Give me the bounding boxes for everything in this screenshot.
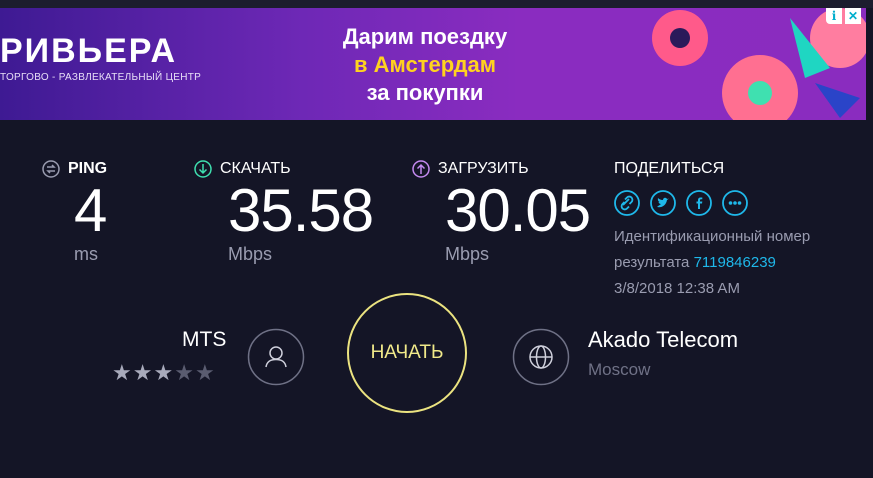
result-id-label-2: результата: [614, 254, 690, 271]
ad-close-icon[interactable]: ✕: [845, 8, 861, 24]
result-id-link[interactable]: 7119846239: [694, 254, 776, 271]
star-icon[interactable]: ★: [174, 360, 195, 385]
ad-headline-2: в Амстердам: [353, 52, 497, 77]
globe-icon[interactable]: [512, 328, 570, 386]
twitter-icon[interactable]: [650, 190, 676, 216]
upload-unit: Mbps: [445, 244, 490, 264]
ad-brand-logo: РИВЬЕРА: [0, 32, 178, 70]
upload-icon: [412, 160, 430, 178]
star-icon[interactable]: ★: [133, 360, 154, 385]
more-icon[interactable]: [722, 190, 748, 216]
ad-headline-3: за покупки: [366, 80, 484, 105]
ping-unit: ms: [74, 244, 98, 264]
star-icon[interactable]: ★: [195, 360, 216, 385]
ad-brand-subtitle: ТОРГОВО - РАЗВЛЕКАТЕЛЬНЫЙ ЦЕНТР: [0, 72, 202, 83]
server-name[interactable]: Akado Telecom: [588, 327, 738, 353]
download-icon: [194, 160, 212, 178]
ping-icon: [42, 160, 60, 178]
download-value: 35.58: [228, 177, 374, 244]
top-strip: [0, 0, 873, 8]
go-button-label: НАЧАТЬ: [370, 342, 444, 363]
ad-banner[interactable]: РИВЬЕРА ТОРГОВО - РАЗВЛЕКАТЕЛЬНЫЙ ЦЕНТР …: [0, 8, 866, 120]
star-icon[interactable]: ★: [153, 360, 174, 385]
server-location: Moscow: [588, 360, 651, 379]
link-icon[interactable]: [614, 190, 640, 216]
ad-flowers-image: [652, 8, 866, 120]
isp-name: MTS: [182, 328, 227, 351]
result-id-row: результата 7119846239: [614, 254, 776, 271]
share-label: ПОДЕЛИТЬСЯ: [614, 160, 725, 177]
result-datetime: 3/8/2018 12:38 AM: [614, 280, 740, 297]
share-icons: [614, 190, 748, 216]
ad-info-icon[interactable]: i: [826, 8, 842, 24]
download-unit: Mbps: [228, 244, 273, 264]
ad-headline-1: Дарим поездку: [342, 24, 508, 49]
upload-value: 30.05: [445, 177, 591, 244]
ping-value: 4: [74, 177, 107, 244]
isp-rating-stars[interactable]: ★★★★★: [112, 360, 216, 386]
facebook-icon[interactable]: [686, 190, 712, 216]
star-icon[interactable]: ★: [112, 360, 133, 385]
go-button[interactable]: НАЧАТЬ: [347, 293, 467, 413]
user-icon[interactable]: [247, 328, 305, 386]
result-id-label: Идентификационный номер: [614, 228, 811, 245]
